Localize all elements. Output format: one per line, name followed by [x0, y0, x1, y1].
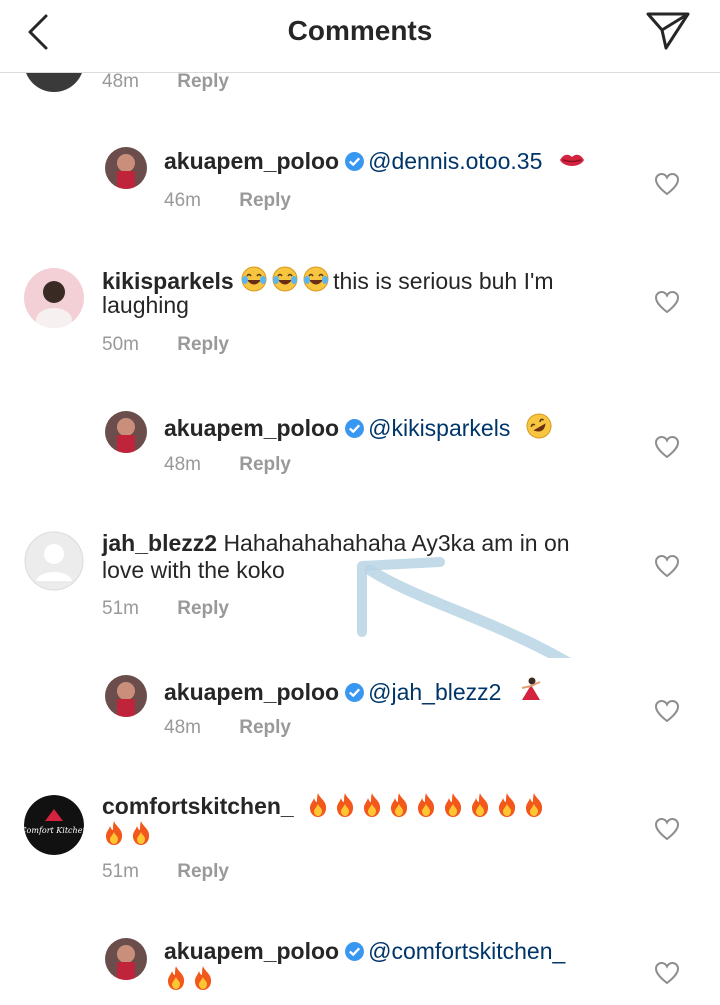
username-link[interactable]: comfortskitchen_	[102, 793, 294, 819]
mention-link[interactable]: @dennis.otoo.35	[368, 148, 542, 174]
fire-icon	[499, 793, 516, 817]
verified-badge-icon	[345, 152, 365, 171]
heart-icon[interactable]	[654, 554, 680, 578]
comment-meta: 46m Reply	[164, 190, 291, 212]
reply-button[interactable]: Reply	[239, 717, 291, 738]
comment-meta: 48m Reply	[164, 717, 291, 739]
comment-meta: 51m Reply	[102, 861, 229, 883]
heart-icon[interactable]	[654, 290, 680, 314]
comment-body: Hahahahahahaha Ay3ka am in on	[223, 530, 570, 556]
comment-time: 51m	[102, 861, 139, 882]
avatar[interactable]	[105, 147, 147, 189]
fire-icon	[472, 793, 489, 817]
comment-meta: 48m Reply	[102, 71, 229, 93]
avatar[interactable]	[24, 531, 84, 591]
verified-badge-icon	[345, 942, 365, 961]
comment-body: this is serious buh I'm	[333, 268, 554, 294]
fire-icon	[167, 966, 185, 990]
avatar[interactable]	[105, 411, 147, 453]
default-avatar-icon	[24, 531, 84, 591]
avatar-photo	[24, 268, 84, 328]
fire-icon	[391, 793, 408, 817]
comment-text: akuapem_poloo @dennis.otoo.35	[164, 148, 590, 175]
comment-text: jah_blezz2 Hahahahahahaha Ay3ka am in on	[102, 530, 570, 557]
username-link[interactable]: akuapem_poloo	[164, 938, 339, 964]
fire-icon	[194, 966, 212, 990]
comment-time: 48m	[164, 454, 201, 475]
comment-text: akuapem_poloo @kikisparkels	[164, 412, 556, 442]
username-link[interactable]: kikisparkels	[102, 268, 234, 294]
mention-link[interactable]: @comfortskitchen_	[368, 938, 565, 964]
reply-button[interactable]: Reply	[239, 190, 291, 211]
tears-of-joy-icon	[241, 266, 267, 292]
comment-meta: 50m Reply	[102, 334, 229, 356]
avatar-photo	[105, 675, 147, 717]
comment-text: comfortskitchen_	[102, 792, 549, 820]
mention-link[interactable]: @jah_blezz2	[368, 679, 501, 705]
avatar[interactable]	[24, 268, 84, 328]
fire-icon	[337, 793, 354, 817]
fire-emoji-row-2	[102, 820, 156, 848]
heart-icon[interactable]	[654, 172, 680, 196]
kiss-mark-icon	[559, 154, 584, 166]
tears-of-joy-icon	[303, 266, 329, 292]
comment-time: 46m	[164, 190, 201, 211]
fire-icon	[526, 793, 543, 817]
svg-text:Comfort Kitchen: Comfort Kitchen	[24, 826, 84, 835]
username-link[interactable]: akuapem_poloo	[164, 679, 339, 705]
fire-icon	[105, 821, 123, 845]
verified-badge-icon	[345, 419, 365, 438]
annotation-arrow	[357, 557, 571, 658]
top-bar: Comments	[0, 0, 720, 73]
reply-button[interactable]: Reply	[177, 71, 229, 92]
fire-emoji-row-reply	[164, 965, 218, 993]
emoji-group	[240, 266, 333, 294]
verified-badge-icon	[345, 683, 365, 702]
reply-button[interactable]: Reply	[177, 598, 229, 619]
avatar[interactable]	[105, 675, 147, 717]
comfort-kitchen-logo: Comfort Kitchen	[24, 795, 84, 855]
comment-time: 48m	[164, 717, 201, 738]
paper-plane-icon[interactable]	[644, 8, 692, 52]
comment-meta: 51m Reply	[102, 598, 229, 620]
fire-emoji-group	[306, 793, 549, 819]
reply-button[interactable]: Reply	[239, 454, 291, 475]
rofl-icon	[526, 413, 552, 439]
heart-icon[interactable]	[654, 699, 680, 723]
heart-icon[interactable]	[654, 817, 680, 841]
comment-meta: 48m Reply	[164, 454, 291, 476]
username-link[interactable]: akuapem_poloo	[164, 415, 339, 441]
fire-icon	[310, 793, 327, 817]
heart-icon[interactable]	[654, 435, 680, 459]
fire-icon	[132, 821, 150, 845]
username-link[interactable]: jah_blezz2	[102, 530, 217, 556]
reply-button[interactable]: Reply	[177, 334, 229, 355]
heart-icon[interactable]	[654, 961, 680, 985]
mention-link[interactable]: @kikisparkels	[368, 415, 510, 441]
username-link[interactable]: akuapem_poloo	[164, 148, 339, 174]
page-title: Comments	[287, 15, 433, 46]
comment-time: 48m	[102, 71, 139, 92]
avatar-photo	[105, 411, 147, 453]
comment-time: 50m	[102, 334, 139, 355]
avatar-photo	[105, 938, 147, 980]
dancer-icon	[521, 677, 541, 700]
avatar[interactable]: Comfort Kitchen	[24, 795, 84, 855]
avatar[interactable]	[105, 938, 147, 980]
fire-icon	[364, 793, 381, 817]
comment-text: akuapem_poloo @jah_blezz2	[164, 676, 547, 706]
comment-text: akuapem_poloo @comfortskitchen_	[164, 938, 565, 965]
avatar-photo	[105, 147, 147, 189]
fire-icon	[445, 793, 462, 817]
tears-of-joy-icon	[272, 266, 298, 292]
comment-text: kikisparkels this is serious buh I'm	[102, 265, 554, 295]
comment-body-continued: love with the koko	[102, 557, 285, 583]
comment-body-continued: laughing	[102, 292, 189, 318]
fire-icon	[418, 793, 435, 817]
reply-button[interactable]: Reply	[177, 861, 229, 882]
comment-time: 51m	[102, 598, 139, 619]
